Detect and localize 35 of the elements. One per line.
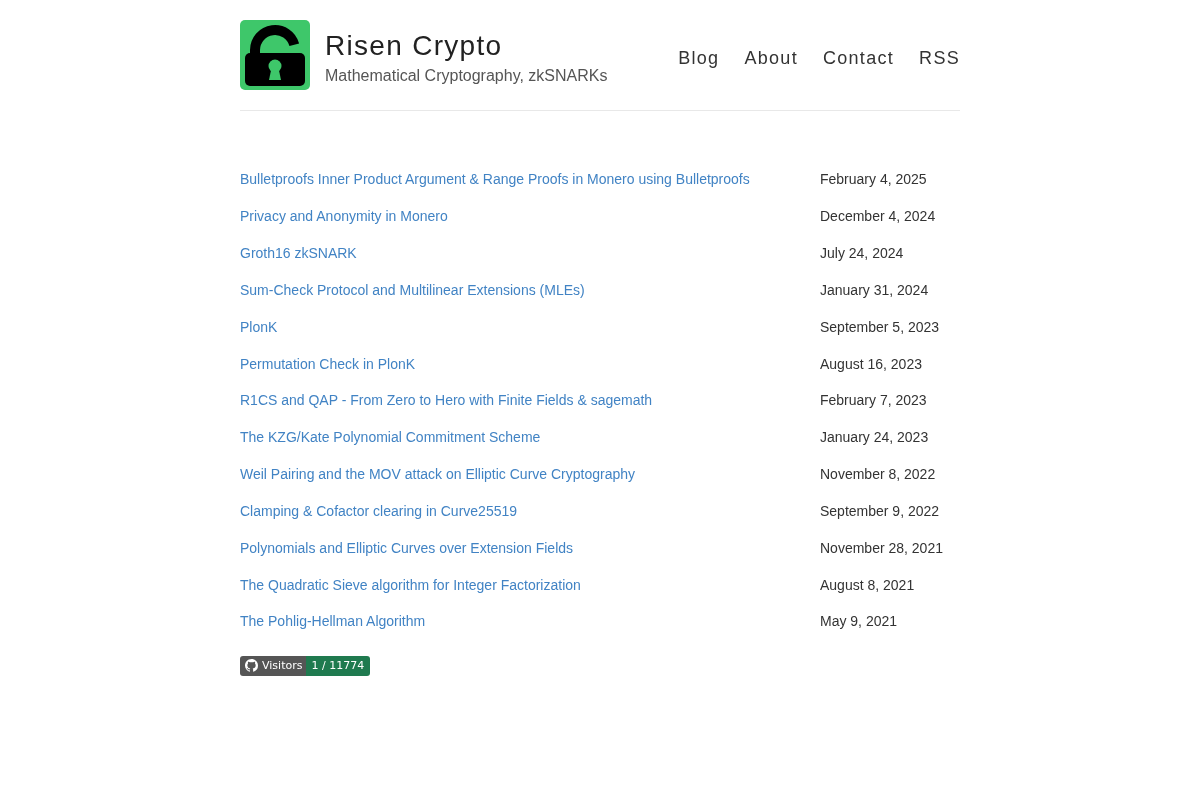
post-link[interactable]: The Quadratic Sieve algorithm for Integer Factorization	[240, 576, 820, 593]
site-subtitle: Mathematical Cryptography, zkSNARKs	[325, 66, 608, 86]
post-link[interactable]: The Pohlig-Hellman Algorithm	[240, 613, 820, 630]
post-link[interactable]: Bulletproofs Inner Product Argument & Range Proofs in Monero using Bulletproofs	[240, 171, 820, 188]
post-link[interactable]: Privacy and Anonymity in Monero	[240, 208, 820, 225]
post-link[interactable]: R1CS and QAP - From Zero to Hero with Finite Fields & sagemath	[240, 392, 820, 409]
post-date: July 24, 2024	[820, 245, 904, 262]
post-date: January 24, 2023	[820, 429, 929, 446]
post-link[interactable]: Groth16 zkSNARK	[240, 245, 820, 262]
post-link[interactable]: PlonK	[240, 318, 820, 335]
nav-link[interactable]: RSS	[919, 47, 960, 69]
nav-link[interactable]: Blog	[678, 47, 720, 69]
open-padlock-logo-icon[interactable]	[240, 20, 310, 90]
post-date: December 4, 2024	[820, 208, 936, 225]
nav-link[interactable]: About	[744, 47, 798, 69]
post-link[interactable]: Clamping & Cofactor clearing in Curve25519	[240, 502, 820, 519]
site-title[interactable]: Risen Crypto	[325, 27, 608, 65]
post-date: September 9, 2022	[820, 502, 940, 519]
post-link[interactable]: Weil Pairing and the MOV attack on Elliptic Curve Cryptography	[240, 466, 820, 483]
nav-link[interactable]: Contact	[822, 47, 895, 69]
post-date: February 7, 2023	[820, 392, 927, 409]
post-link[interactable]: Permutation Check in PlonK	[240, 355, 820, 372]
post-date: November 28, 2021	[820, 539, 943, 556]
post-link[interactable]: Sum-Check Protocol and Multilinear Extensions (MLEs)	[240, 281, 820, 298]
visitor-count: 1 / 11774	[306, 655, 371, 676]
post-link[interactable]: Polynomials and Elliptic Curves over Extension Fields	[240, 539, 820, 556]
post-date: February 4, 2025	[820, 171, 927, 188]
post-date: August 8, 2021	[820, 576, 915, 593]
post-date: May 9, 2021	[820, 613, 898, 630]
post-date: January 31, 2024	[820, 281, 929, 298]
post-date: November 8, 2022	[820, 466, 936, 483]
post-date: August 16, 2023	[820, 355, 922, 372]
visitor-badge-label: Visitors	[262, 659, 303, 673]
post-link[interactable]: The KZG/Kate Polynomial Commitment Scheme	[240, 429, 820, 446]
post-date: September 5, 2023	[820, 318, 940, 335]
